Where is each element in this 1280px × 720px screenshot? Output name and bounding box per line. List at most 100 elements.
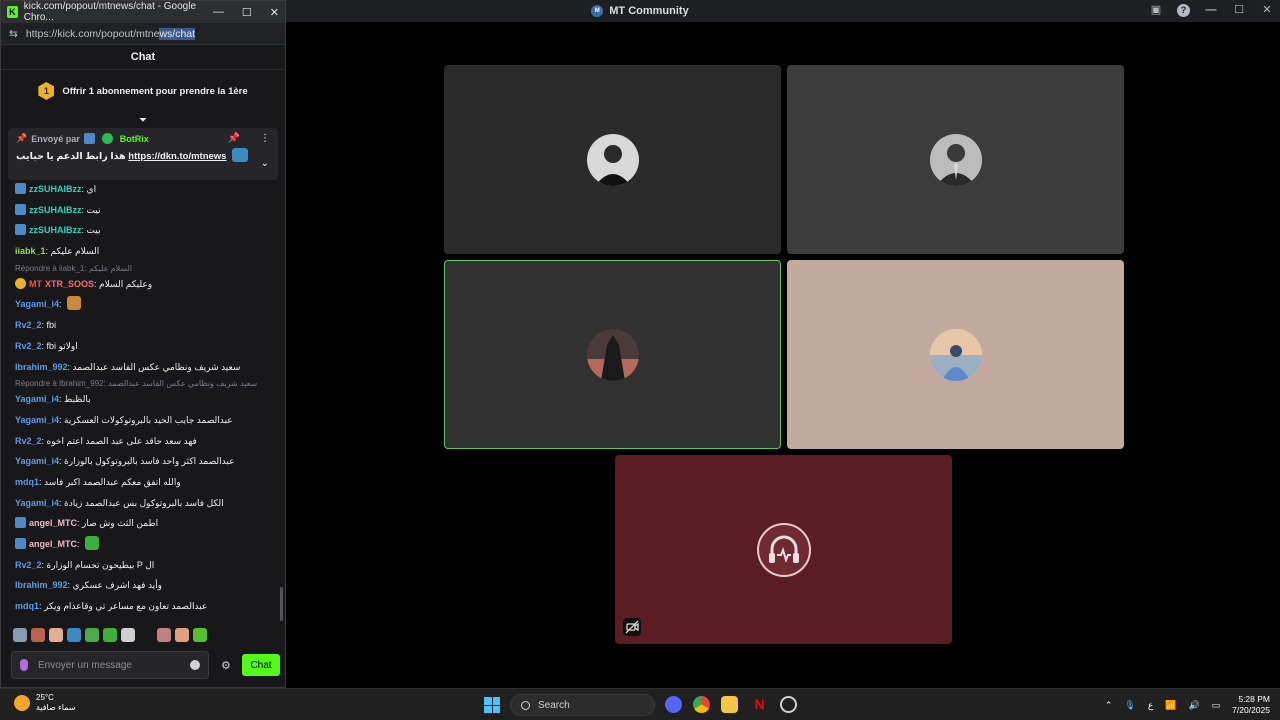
pinned-bot-name[interactable]: BotRix (120, 134, 149, 144)
chat-username[interactable]: Rv2_2 (15, 436, 42, 446)
chat-message[interactable]: zzSUHAIBzz: بيت (15, 220, 271, 241)
participant-tile-5[interactable] (615, 455, 952, 644)
chat-message[interactable]: zzSUHAIBzz: نيت (15, 200, 271, 221)
url-text[interactable]: https://kick.com/popout/mtnews/chat (26, 27, 196, 40)
participant-tile-3-speaking[interactable] (444, 260, 781, 449)
emote-6[interactable] (103, 628, 117, 642)
volume-icon[interactable]: 🔊 (1188, 700, 1199, 711)
clock[interactable]: 5:28 PM 7/20/2025 (1232, 694, 1270, 716)
participant-tile-4[interactable] (787, 260, 1124, 449)
chat-username[interactable]: Ibrahim_992 (15, 362, 68, 372)
chat-message-list[interactable]: zzSUHAIBzz: اي zzSUHAIBzz: نيت zzSUHAIBzz:… (1, 179, 285, 623)
emote-9[interactable] (157, 628, 171, 642)
chat-emote (67, 296, 82, 311)
collapse-arrow-icon[interactable]: ⏷ (1, 114, 285, 128)
gift-sub-banner[interactable]: 1 Offrir 1 abonnement pour prendre la 1è… (1, 70, 285, 112)
chat-username[interactable]: Rv2_2 (15, 560, 42, 570)
chat-message[interactable]: angel_MTC: اطمن الثث وش صار (15, 513, 271, 534)
taskbar-search[interactable]: Search (510, 694, 655, 716)
netflix-app-icon[interactable]: N (751, 696, 768, 713)
chat-message[interactable]: Rv2_2: بيطيحون تحسام الوزارة P ال (15, 555, 271, 576)
site-settings-icon[interactable]: ⇆ (9, 28, 18, 40)
emote-7[interactable] (121, 628, 135, 642)
chat-message[interactable]: Ibrahim_992: وأيد فهد اشرف عسكري (15, 575, 271, 596)
chat-username[interactable]: zzSUHAIBzz (29, 225, 82, 235)
participant-tile-2[interactable] (787, 65, 1124, 254)
app-icon-with-badge[interactable] (780, 696, 797, 713)
chat-message-text: سعيد شريف ونظامي عكس الفاسد عبدالصمد (72, 361, 241, 372)
discord-app-icon[interactable] (665, 696, 682, 713)
emoji-picker-icon[interactable] (190, 660, 200, 670)
inbox-icon[interactable]: ▣ (1149, 3, 1163, 17)
chat-username[interactable]: zzSUHAIBzz (29, 205, 82, 215)
chat-username[interactable]: Ibrahim_992 (15, 580, 68, 590)
emote-8[interactable] (139, 628, 153, 642)
input-language[interactable]: ع (1148, 700, 1153, 711)
chat-username[interactable]: Rv2_2 (15, 320, 42, 330)
chat-username[interactable]: mdq1 (15, 477, 39, 487)
chat-message[interactable]: Rv2_2: فهد سعد حاقد على عبد الصمد اعتم ا… (15, 431, 271, 452)
chat-message[interactable]: iiabk_1: السلام عليكم (15, 241, 271, 262)
emote-2[interactable] (31, 628, 45, 642)
chat-username[interactable]: angel_MTC (29, 539, 77, 549)
battery-icon[interactable]: ▭ (1212, 700, 1221, 711)
send-chat-button[interactable]: Chat (242, 654, 280, 676)
chat-message[interactable]: Yagami_i4: (15, 294, 271, 315)
maximize-icon[interactable]: ☐ (1232, 3, 1246, 17)
microphone-icon[interactable] (20, 659, 28, 671)
more-options-icon[interactable]: ⋮ (260, 133, 270, 144)
chat-message[interactable]: MT XTR_SOOS: وعليكم السلام (15, 274, 271, 295)
chat-username[interactable]: Yagami_i4 (15, 415, 59, 425)
minimize-icon[interactable]: — (1204, 3, 1218, 17)
chat-username[interactable]: Yagami_i4 (15, 456, 59, 466)
chat-message[interactable]: zzSUHAIBzz: اي (15, 179, 271, 200)
chat-message[interactable]: Rv2_2: fbi (15, 315, 271, 336)
chat-message[interactable]: angel_MTC: (15, 534, 271, 555)
chat-username[interactable]: iiabk_1 (15, 246, 46, 256)
start-button[interactable] (484, 697, 500, 713)
chat-username[interactable]: angel_MTC (29, 518, 77, 528)
browser-minimize-button[interactable]: — (213, 6, 224, 19)
chat-scrollbar[interactable] (280, 587, 283, 621)
emote-3[interactable] (49, 628, 63, 642)
chat-message[interactable]: Yagami_i4: عبدالصمد اكثر واحد فاسد بالبر… (15, 451, 271, 472)
emote-1[interactable] (13, 628, 27, 642)
chat-message[interactable]: Yagami_i4: عبدالصمد جايب الحيد بالبروتوك… (15, 410, 271, 431)
file-explorer-icon[interactable] (721, 696, 738, 713)
tray-mic-icon[interactable]: 🎙 (1124, 700, 1135, 711)
chat-username[interactable]: XTR_SOOS (45, 279, 94, 289)
chat-settings-icon[interactable]: ⚙ (221, 659, 231, 672)
chat-message[interactable]: Yagami_i4: بالظبط (15, 389, 271, 410)
chat-message[interactable]: mdq1: والله اتفق معكم عبدالصمد اكبر فاسد (15, 472, 271, 493)
chat-username[interactable]: Yagami_i4 (15, 299, 59, 309)
address-bar[interactable]: ⇆ https://kick.com/popout/mtnews/chat (1, 23, 285, 45)
emote-4[interactable] (67, 628, 81, 642)
weather-widget[interactable]: 25°C سماء صافية (14, 693, 76, 713)
expand-chevron-icon[interactable]: ⌄ (261, 158, 269, 169)
close-icon[interactable]: ✕ (1260, 3, 1274, 17)
chrome-app-icon[interactable] (693, 696, 710, 713)
chat-username[interactable]: zzSUHAIBzz (29, 184, 82, 194)
pinned-support-link[interactable]: https://dkn.to/mtnews (128, 151, 226, 162)
message-input[interactable] (38, 659, 180, 671)
help-icon[interactable]: ? (1177, 3, 1190, 17)
chat-message[interactable]: Rv2_2: fbi اولاتو (15, 336, 271, 357)
chat-username[interactable]: mdq1 (15, 601, 39, 611)
tray-overflow-icon[interactable]: ⌃ (1105, 700, 1113, 711)
emote-5[interactable] (85, 628, 99, 642)
chat-username[interactable]: Yagami_i4 (15, 498, 59, 508)
unpin-icon[interactable]: 📌 (228, 133, 240, 144)
chat-message[interactable]: Ibrahim_992: سعيد شريف ونظامي عكس الفاسد… (15, 357, 271, 378)
emote-10[interactable] (175, 628, 189, 642)
chat-message[interactable]: Yagami_i4: الكل فاسد بالبروتوكول بس عبدا… (15, 493, 271, 514)
chat-message[interactable]: mdq1: عبدالصمد تعاون مع مساعر تي وقاعدام… (15, 596, 271, 617)
emote-11[interactable] (193, 628, 207, 642)
chat-username[interactable]: Yagami_i4 (15, 394, 59, 404)
browser-maximize-button[interactable]: ☐ (242, 6, 252, 19)
search-label: Search (538, 699, 570, 711)
browser-close-button[interactable]: ✕ (270, 6, 279, 19)
chat-username[interactable]: Rv2_2 (15, 341, 42, 351)
wifi-icon[interactable]: 📶 (1165, 700, 1176, 711)
reply-context: Répondre à iiabk_1: السلام عليكم (15, 263, 133, 273)
participant-tile-1[interactable] (444, 65, 781, 254)
